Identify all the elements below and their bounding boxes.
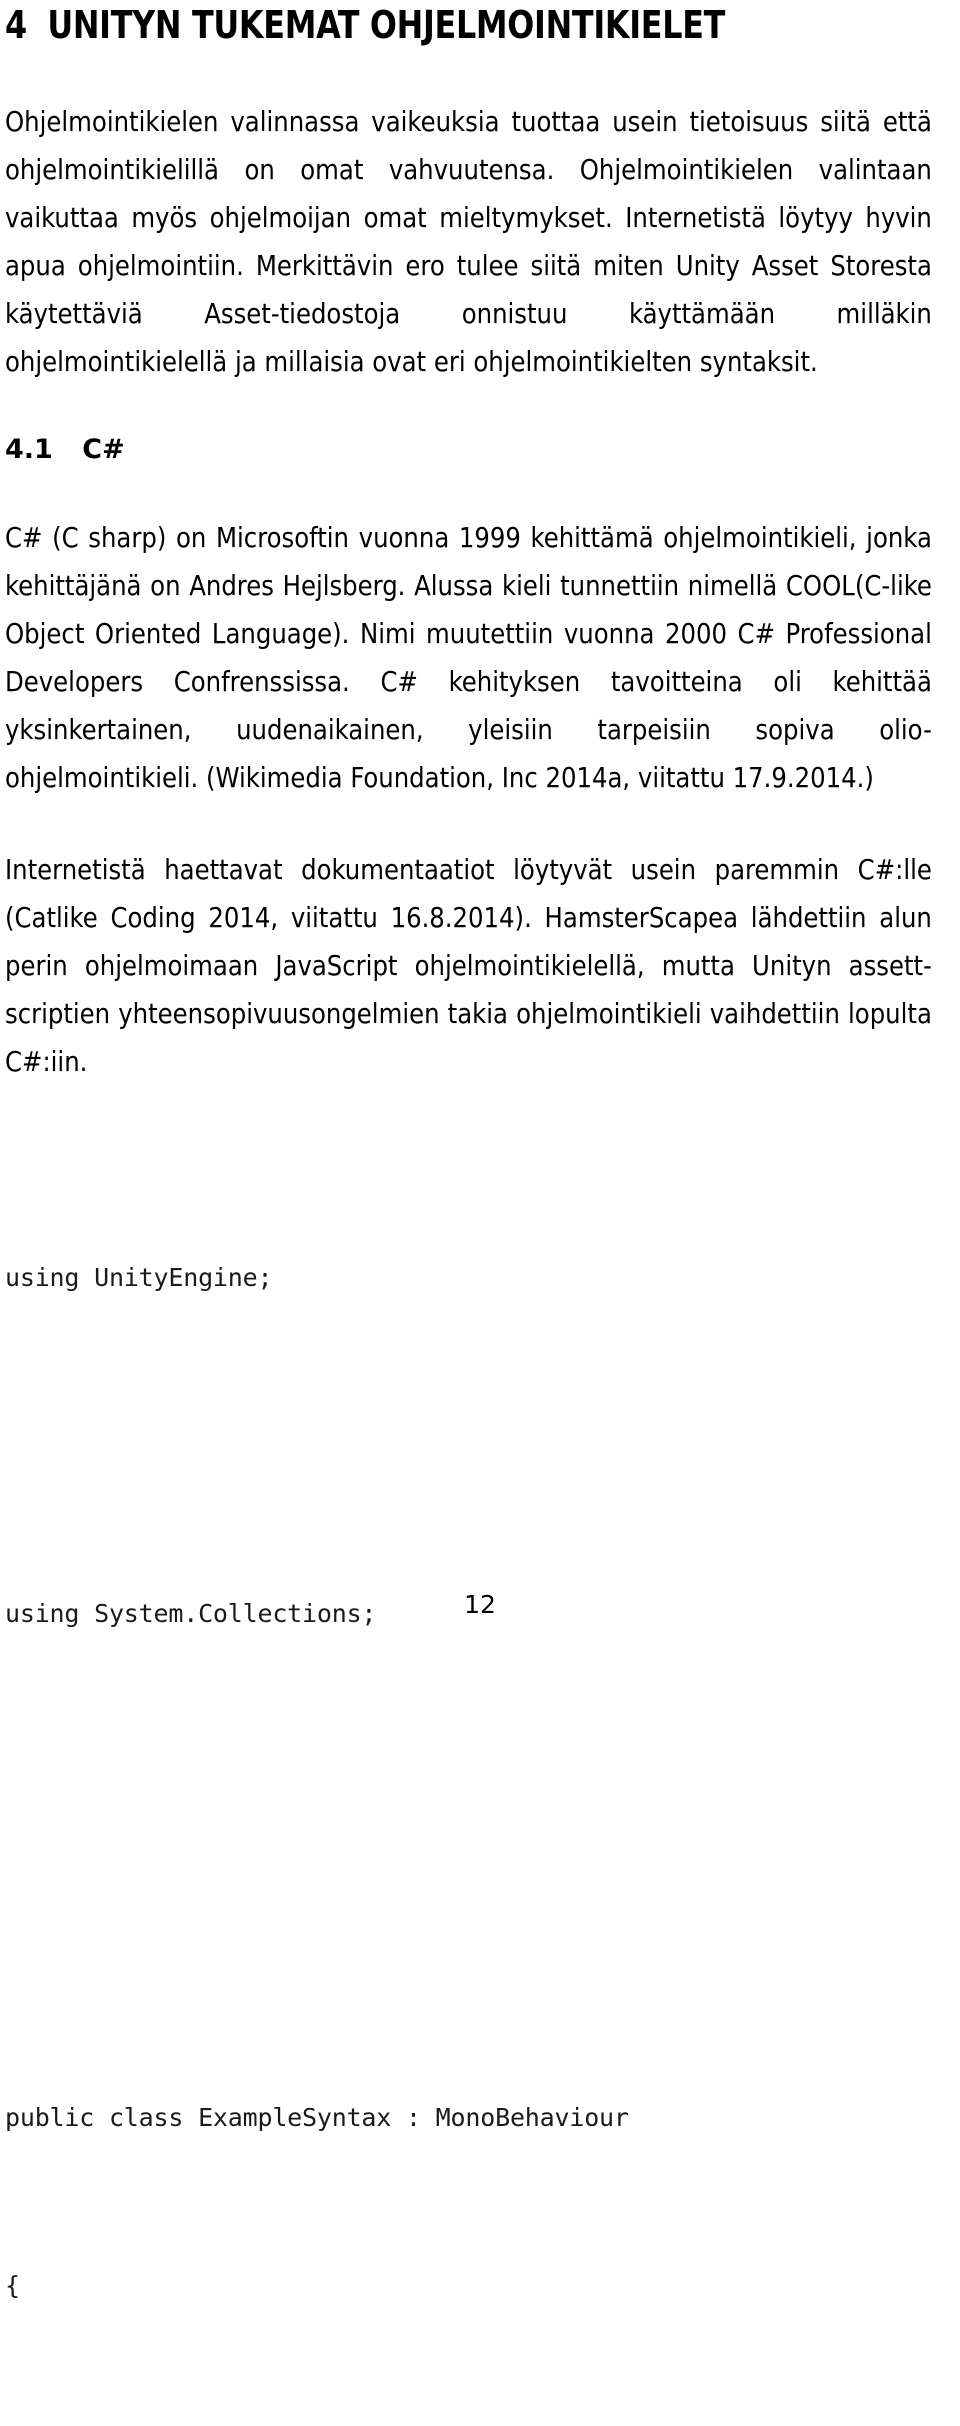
chapter-title: UNITYN TUKEMAT OHJELMOINTIKIELET xyxy=(47,3,726,47)
code-block: using UnityEngine; using System.Collecti… xyxy=(5,1138,946,2426)
spacer-before-code xyxy=(5,1086,946,1138)
spacer-between-paragraphs xyxy=(5,802,946,846)
paragraph-csharp-docs: Internetistä haettavat dokumentaatiot lö… xyxy=(5,853,932,1078)
paragraph-csharp-history: C# (C sharp) on Microsoftin vuonna 1999 … xyxy=(5,521,932,794)
spacer-after-chapter-heading xyxy=(5,46,946,98)
page-number: 12 xyxy=(464,1590,496,1619)
section-heading: 4.1 C# xyxy=(5,430,946,470)
code-line: using UnityEngine; xyxy=(5,1262,273,1292)
chapter-heading: 4 UNITYN TUKEMAT OHJELMOINTIKIELET xyxy=(5,0,880,46)
code-line: { xyxy=(5,2270,20,2300)
spacer-before-section-heading xyxy=(5,386,946,430)
spacer-after-section-heading xyxy=(5,470,946,514)
code-line: public class ExampleSyntax : MonoBehavio… xyxy=(5,2102,629,2132)
document-page: 4 UNITYN TUKEMAT OHJELMOINTIKIELET Ohjel… xyxy=(0,0,960,2300)
section-number: 4.1 xyxy=(5,433,53,465)
intro-paragraph: Ohjelmointikielen valinnassa vaikeuksia … xyxy=(5,105,932,378)
section-title: C# xyxy=(82,433,125,465)
chapter-number: 4 xyxy=(5,3,27,47)
